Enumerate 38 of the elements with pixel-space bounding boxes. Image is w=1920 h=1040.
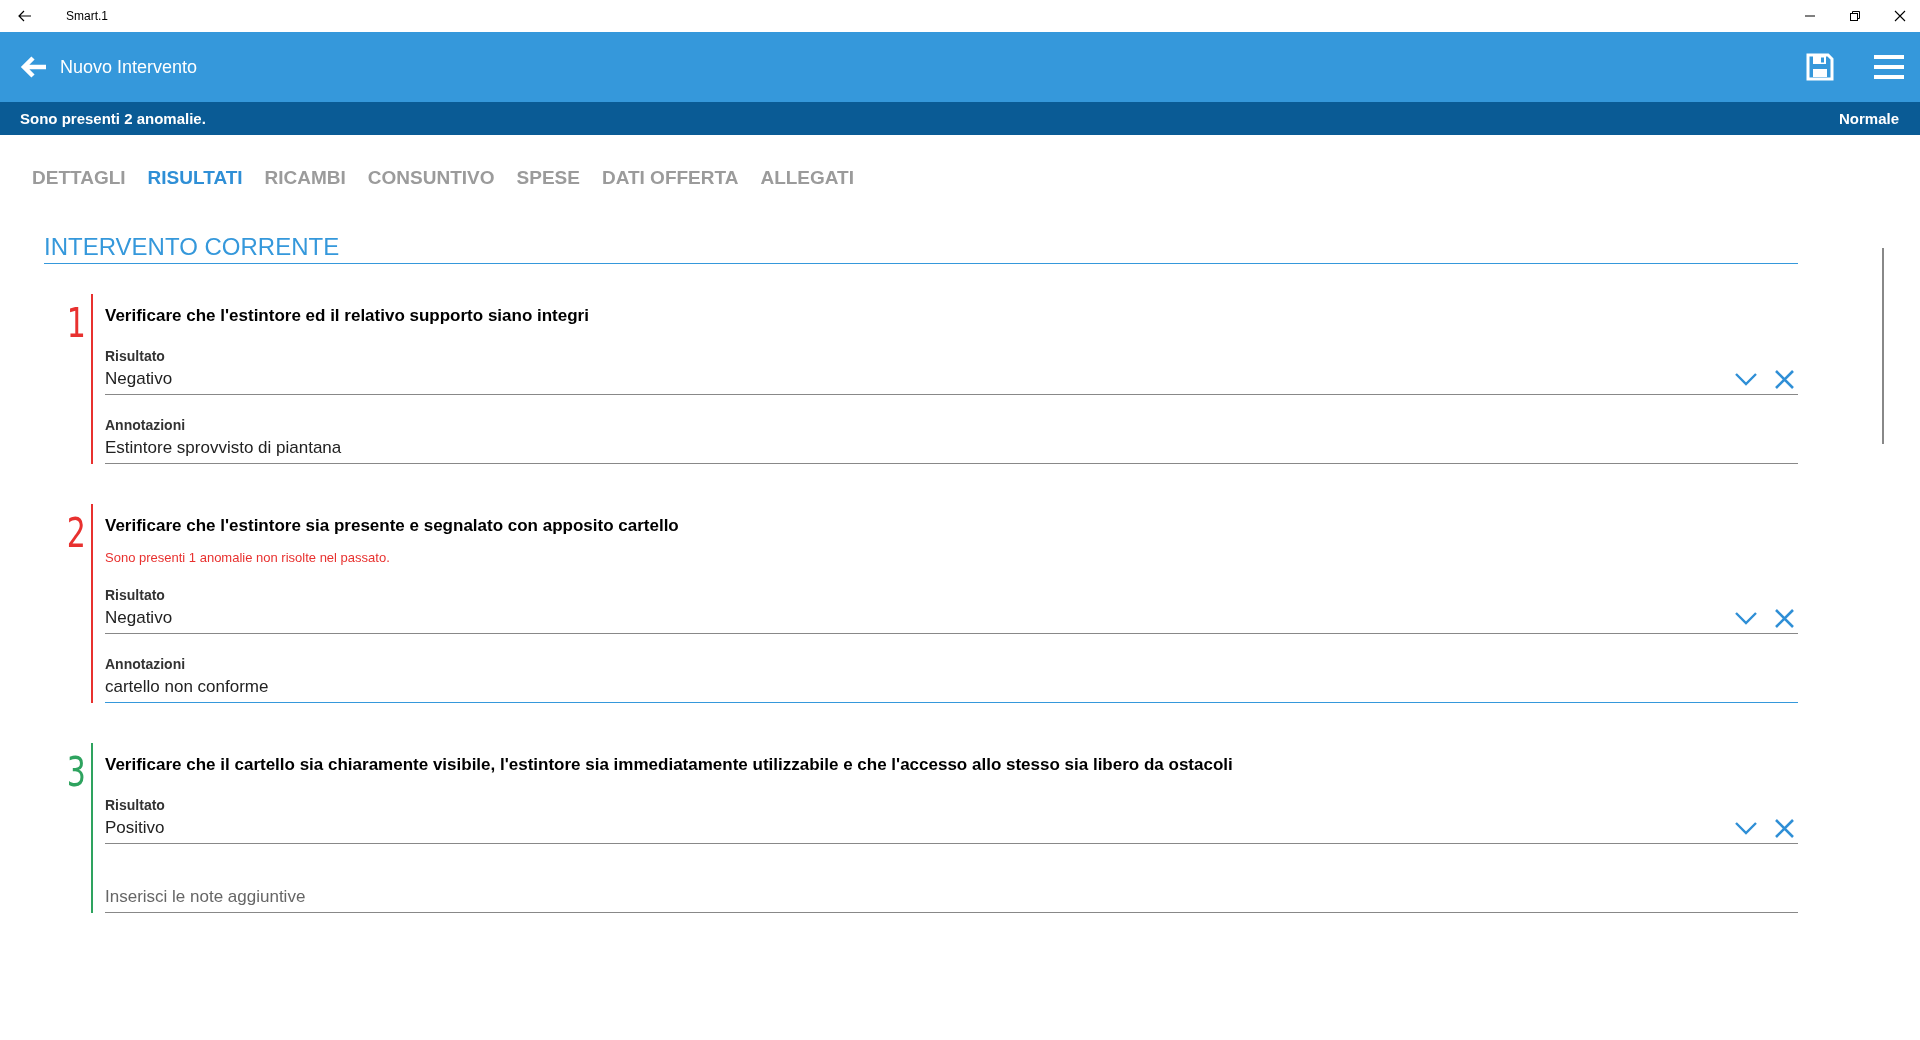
- menu-icon[interactable]: [1874, 54, 1904, 80]
- chevron-down-icon[interactable]: [1735, 821, 1757, 835]
- clear-icon[interactable]: [1775, 369, 1794, 389]
- tab[interactable]: RISULTATI: [137, 153, 253, 203]
- clear-icon[interactable]: [1775, 818, 1794, 838]
- item-number: 3: [65, 749, 87, 797]
- tab[interactable]: CONSUNTIVO: [357, 153, 505, 203]
- status-message: Sono presenti 2 anomalie.: [20, 110, 206, 127]
- tab[interactable]: SPESE: [506, 153, 590, 203]
- field-label: Annotazioni: [105, 656, 187, 672]
- section-title: INTERVENTO CORRENTE: [44, 233, 1798, 264]
- back-arrow-icon[interactable]: [18, 10, 32, 22]
- clear-icon[interactable]: [1775, 608, 1794, 628]
- field-label: Risultato: [105, 587, 166, 603]
- item-number: 2: [65, 510, 87, 558]
- warning-text: Sono presenti 1 anomalie non risolte nel passato.: [105, 550, 391, 565]
- restore-icon[interactable]: [1849, 10, 1861, 22]
- field-label: Annotazioni: [105, 417, 187, 433]
- chevron-down-icon[interactable]: [1735, 611, 1757, 625]
- close-icon[interactable]: [1894, 10, 1906, 22]
- tab[interactable]: DETTAGLI: [22, 153, 136, 203]
- item-number: 1: [65, 300, 87, 348]
- tab[interactable]: ALLEGATI: [750, 153, 864, 203]
- check-question: Verificare che l'estintore ed il relativo supporto siano integri: [105, 306, 590, 326]
- save-icon[interactable]: [1806, 53, 1834, 81]
- field-label: Risultato: [105, 797, 166, 813]
- result-dropdown[interactable]: Negativo: [105, 364, 1798, 395]
- result-dropdown[interactable]: Positivo: [105, 813, 1798, 844]
- page-title: Nuovo Intervento: [60, 56, 198, 78]
- check-question: Verificare che l'estintore sia presente e segnalato con apposito cartello: [105, 516, 680, 536]
- tab[interactable]: DATI OFFERTA: [591, 153, 749, 203]
- tab[interactable]: RICAMBI: [254, 153, 356, 203]
- priority-label: Normale: [1838, 110, 1899, 127]
- result-dropdown[interactable]: Negativo: [105, 603, 1798, 634]
- window-title: Smart.1: [66, 9, 108, 23]
- field-label: Risultato: [105, 348, 166, 364]
- chevron-down-icon[interactable]: [1735, 372, 1757, 386]
- check-question: Verificare che il cartello sia chiaramente visibile, l'estintore sia immediatamente utilizzabile e che l'accesso allo stesso sia libero da ostacoli: [105, 755, 1234, 775]
